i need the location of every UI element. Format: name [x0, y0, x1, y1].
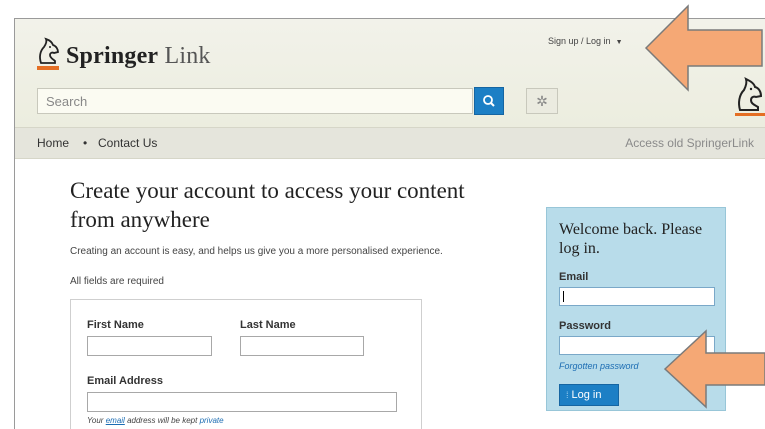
search-icon — [483, 95, 495, 107]
logo-underline — [735, 113, 765, 116]
settings-button[interactable]: ✲ — [526, 88, 558, 114]
nav-contact-link[interactable]: Contact Us — [98, 136, 157, 150]
login-password-label: Password — [559, 320, 611, 332]
forgotten-password-link[interactable]: Forgotten password — [559, 361, 639, 371]
required-note: All fields are required — [70, 276, 164, 287]
search-button[interactable] — [474, 87, 504, 115]
grip-icon: ⁞ — [566, 390, 569, 400]
login-button[interactable]: ⁞ Log in — [559, 384, 619, 406]
nav-bar: Home • Contact Us Access old SpringerLin… — [15, 127, 765, 159]
login-title: Welcome back. Please log in. — [559, 221, 703, 257]
email-address-field[interactable] — [87, 392, 397, 412]
logo-underline — [37, 66, 59, 70]
email-address-label: Email Address — [87, 375, 164, 387]
login-email-label: Email — [559, 271, 589, 283]
site-logo[interactable]: Springer Link — [66, 43, 211, 70]
search-input[interactable]: Search — [37, 88, 473, 114]
email-privacy-note: Your email address will be kept private — [87, 416, 224, 425]
intro-text: Creating an account is easy, and helps u… — [70, 246, 443, 257]
nav-separator: • — [83, 136, 88, 150]
text-cursor — [563, 291, 564, 302]
last-name-field[interactable] — [240, 336, 364, 356]
last-name-label: Last Name — [240, 319, 296, 331]
signup-login-link[interactable]: Sign up / Log in ▼ — [548, 36, 623, 46]
left-arrow-icon — [663, 329, 765, 409]
access-old-springerlink-link[interactable]: Access old SpringerLink — [625, 136, 754, 150]
left-arrow-icon — [644, 4, 763, 92]
first-name-field[interactable] — [87, 336, 212, 356]
privacy-link[interactable]: private — [200, 416, 224, 425]
caret-down-icon: ▼ — [615, 39, 623, 46]
gear-icon: ✲ — [536, 93, 548, 109]
nav-home-link[interactable]: Home — [37, 136, 69, 150]
springer-horse-icon — [39, 37, 59, 64]
first-name-label: First Name — [87, 319, 144, 331]
login-email-field[interactable] — [559, 287, 715, 306]
page-title: Create your account to access your conte… — [70, 178, 465, 232]
email-link[interactable]: email — [106, 416, 125, 425]
